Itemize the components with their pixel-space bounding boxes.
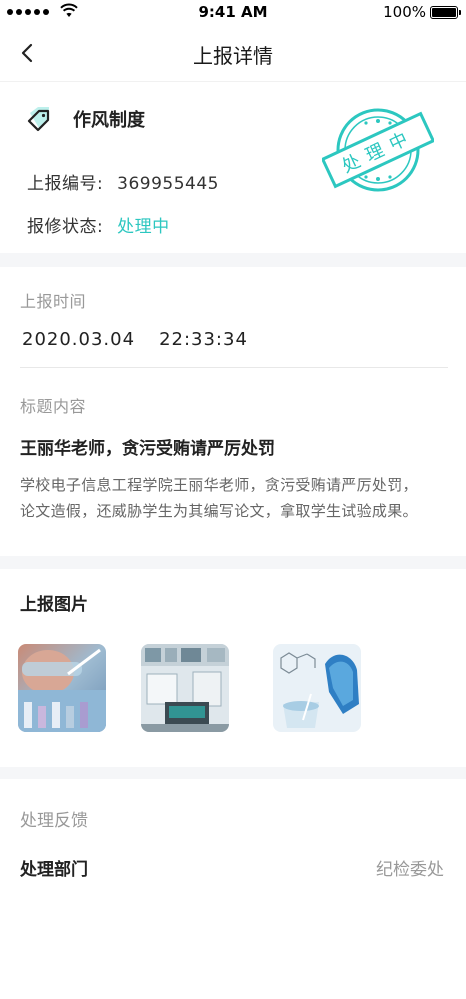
report-time-label: 上报时间	[20, 292, 87, 311]
nav-bar: 上报详情	[0, 24, 466, 82]
content-label: 标题内容	[20, 397, 87, 416]
report-datetime: 2020.03.04 22:33:34	[22, 329, 248, 350]
report-status-value: 处理中	[117, 217, 170, 237]
processing-stamp: 处理中	[320, 104, 436, 196]
report-number-label: 上报编号:	[27, 174, 104, 194]
report-time: 22:33:34	[159, 329, 248, 350]
report-status-row: 报修状态: 处理中	[27, 212, 170, 237]
report-status-label: 报修状态:	[27, 217, 104, 237]
page-title: 上报详情	[193, 44, 273, 68]
section-gap	[0, 556, 466, 569]
report-title: 王丽华老师，贪污受贿请严厉处罚	[20, 439, 275, 459]
category-row: 作风制度	[25, 104, 145, 134]
status-bar: 9:41 AM 100%	[0, 0, 466, 24]
report-body: 学校电子信息工程学院王丽华老师，贪污受贿请严厉处罚，论文造假，还威胁学生为其编写…	[20, 476, 418, 520]
category-label: 作风制度	[73, 110, 145, 131]
dept-label: 处理部门	[20, 860, 88, 880]
section-gap	[0, 767, 466, 779]
battery-icon	[430, 6, 461, 19]
feedback-label: 处理反馈	[20, 811, 88, 831]
report-image-thumbnail[interactable]	[18, 644, 106, 732]
report-number-row: 上报编号: 369955445	[27, 169, 219, 194]
divider	[20, 367, 448, 368]
report-number-value: 369955445	[117, 174, 219, 194]
section-gap	[0, 253, 466, 267]
report-date: 2020.03.04	[22, 329, 136, 350]
report-image-thumbnail[interactable]	[273, 644, 361, 732]
dept-value: 纪检委处	[376, 860, 444, 880]
report-image-thumbnail[interactable]	[141, 644, 229, 732]
tag-icon	[27, 107, 50, 132]
images-title: 上报图片	[20, 595, 88, 615]
battery-percent: 100%	[383, 3, 426, 21]
